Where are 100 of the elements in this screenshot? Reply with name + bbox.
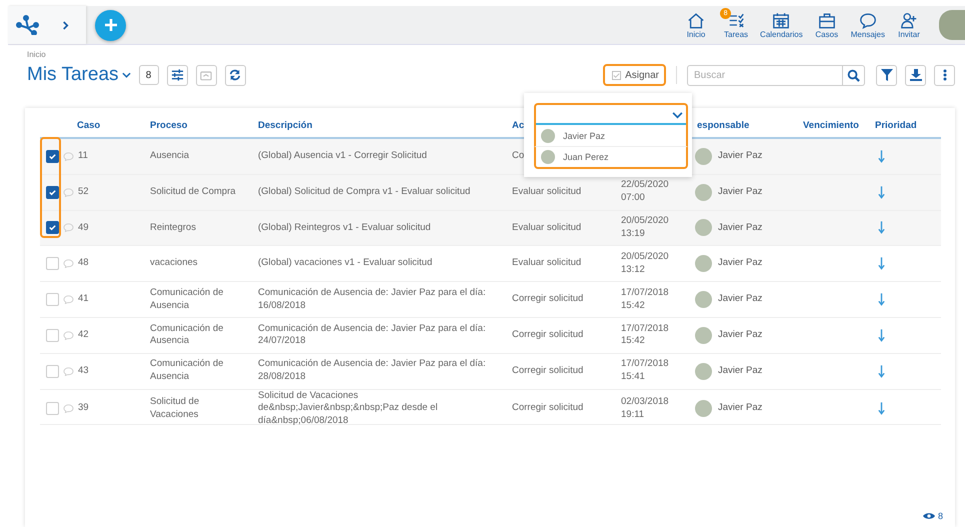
filter-button[interactable] <box>876 64 897 86</box>
date-cell-text: 22/05/2020 07:00 <box>621 179 670 205</box>
column-header[interactable]: esponsable <box>688 120 796 130</box>
home-icon <box>687 12 706 28</box>
more-icon <box>942 69 946 81</box>
date-cell-text: 02/03/2018 19:11 <box>621 396 670 422</box>
process-cell-text: Comunicación de Ausencia <box>150 322 224 348</box>
checkbox[interactable] <box>46 150 59 163</box>
avatar <box>695 362 712 380</box>
table-row[interactable]: 52 Solicitud de Compra (Global) Solicitud de Compra v1 - Evaluar solicitud Evaluar solicitud 22/05/2020 07:00 Javier Paz <box>40 174 941 211</box>
arrow-down-icon <box>878 186 885 199</box>
description-cell-text: Comunicación de Ausencia de: Javier Paz para el día: 16/08/2018 <box>258 286 487 312</box>
add-user-icon <box>900 12 918 28</box>
more-button[interactable] <box>934 64 955 86</box>
activity-cell: Corregir solicitud <box>512 364 584 378</box>
nav-item[interactable]: Casos <box>810 12 843 38</box>
process-cell-text: Comunicación de Ausencia <box>150 286 224 312</box>
card-icon <box>200 70 212 80</box>
assignee-name: Javier Paz <box>718 328 762 342</box>
check-icon <box>48 223 57 232</box>
chevron-right-icon[interactable] <box>62 20 69 30</box>
column-header[interactable]: Descripción <box>251 120 505 130</box>
add-button[interactable] <box>95 10 126 40</box>
assignee-name: Javier Paz <box>718 364 762 378</box>
column-header[interactable]: Caso <box>40 120 143 130</box>
comment-icon[interactable] <box>63 366 74 376</box>
avatar <box>695 184 712 201</box>
reassign-button[interactable] <box>196 64 217 86</box>
column-header[interactable]: Vencimiento <box>796 120 868 130</box>
assignee-name: Javier Paz <box>718 257 762 270</box>
description-cell-text: Solicitud de Vacaciones de&nbsp;Javier&nbsp;&nbsp;Paz desde el día&nbsp;06/08/2018 <box>258 390 439 428</box>
user-option[interactable]: Javier Paz <box>534 125 688 147</box>
case-number: 43 <box>78 364 89 378</box>
case-number: 41 <box>78 293 89 306</box>
search-button[interactable] <box>843 64 865 86</box>
comment-icon[interactable] <box>63 152 74 161</box>
column-header[interactable]: Prioridad <box>868 120 940 130</box>
comment-icon[interactable] <box>63 188 74 197</box>
comment-icon[interactable] <box>63 259 74 268</box>
page-title[interactable]: Mis Tareas <box>27 64 119 86</box>
avatar <box>695 326 712 344</box>
arrow-down-icon <box>878 257 885 270</box>
nav-label: Casos <box>815 30 838 38</box>
assignee-name: Javier Paz <box>718 402 762 416</box>
description-cell: (Global) Reintegros v1 - Evaluar solicitud <box>258 222 431 234</box>
activity-cell: Evaluar solicitud <box>512 186 582 199</box>
caret-icon[interactable] <box>122 72 131 78</box>
refresh-button[interactable] <box>224 64 246 86</box>
nav-item[interactable]: Inicio <box>680 12 712 38</box>
nav-label: Calendarios <box>760 30 803 38</box>
checkbox-icon <box>612 70 622 80</box>
column-header[interactable]: Proceso <box>143 120 251 130</box>
speech-bubble-icon <box>858 12 877 28</box>
arrow-down-icon <box>878 364 885 378</box>
date-cell-text: 17/07/2018 15:42 <box>621 322 670 348</box>
comment-icon[interactable] <box>63 295 74 304</box>
comment-icon[interactable] <box>63 330 74 340</box>
user-avatar[interactable] <box>939 10 965 40</box>
eye-icon <box>922 512 935 520</box>
date-cell-text: 17/07/2018 15:41 <box>621 358 670 384</box>
case-number: 39 <box>78 402 89 416</box>
checkbox[interactable] <box>46 221 59 234</box>
comment-icon[interactable] <box>63 404 74 414</box>
settings-button[interactable] <box>166 64 188 86</box>
nav-item[interactable]: Invitar <box>893 12 925 38</box>
nav-item[interactable]: Calendarios <box>760 12 803 38</box>
user-option[interactable]: Juan Perez <box>534 147 688 169</box>
process-cell: vacaciones <box>150 257 198 270</box>
calendar-icon <box>772 12 790 28</box>
nav-label: Invitar <box>898 30 920 38</box>
checkbox[interactable] <box>46 186 59 199</box>
arrow-down-icon <box>878 221 885 234</box>
table-row[interactable]: 39 Solicitud de Vacaciones Solicitud de Vacaciones de&nbsp;Javier&nbsp;&nbsp;Paz desde el día&nbsp;06/08/2018 Corregir solicitud 02/03/2018 19:11 Javier Paz <box>40 390 941 426</box>
avatar <box>695 400 712 418</box>
filter-icon <box>880 69 892 81</box>
network-logo-icon <box>16 15 40 35</box>
activity-cell: Co <box>512 150 524 163</box>
table-row[interactable]: 49 Reintegros (Global) Reintegros v1 - Evaluar solicitud Evaluar solicitud 20/05/2020 13:19 Javier Paz <box>40 210 941 246</box>
case-number: 52 <box>78 186 89 199</box>
arrow-down-icon <box>878 328 885 342</box>
download-button[interactable] <box>905 64 926 86</box>
assign-button[interactable]: Asignar <box>603 64 666 86</box>
search-field[interactable]: Buscar <box>687 64 843 86</box>
nav-item[interactable]: Mensajes <box>850 12 885 38</box>
activity-cell: Evaluar solicitud <box>512 222 582 234</box>
user-select[interactable] <box>534 103 688 125</box>
case-number: 49 <box>78 222 89 234</box>
breadcrumb[interactable]: Inicio <box>27 50 46 59</box>
sliders-icon <box>170 69 184 81</box>
nav-label: Mensajes <box>850 30 885 38</box>
comment-icon[interactable] <box>63 223 74 232</box>
avatar <box>541 128 555 142</box>
chevron-down-icon[interactable] <box>672 112 683 119</box>
arrow-down-icon <box>878 402 885 416</box>
activity-cell: Corregir solicitud <box>512 328 584 342</box>
case-number: 42 <box>78 328 89 342</box>
date-cell-text: 20/05/2020 13:19 <box>621 215 670 241</box>
search-icon <box>847 68 860 82</box>
description-cell-text: Comunicación de Ausencia de: Javier Paz para el día: 28/08/2018 <box>258 358 487 384</box>
avatar <box>695 148 712 165</box>
